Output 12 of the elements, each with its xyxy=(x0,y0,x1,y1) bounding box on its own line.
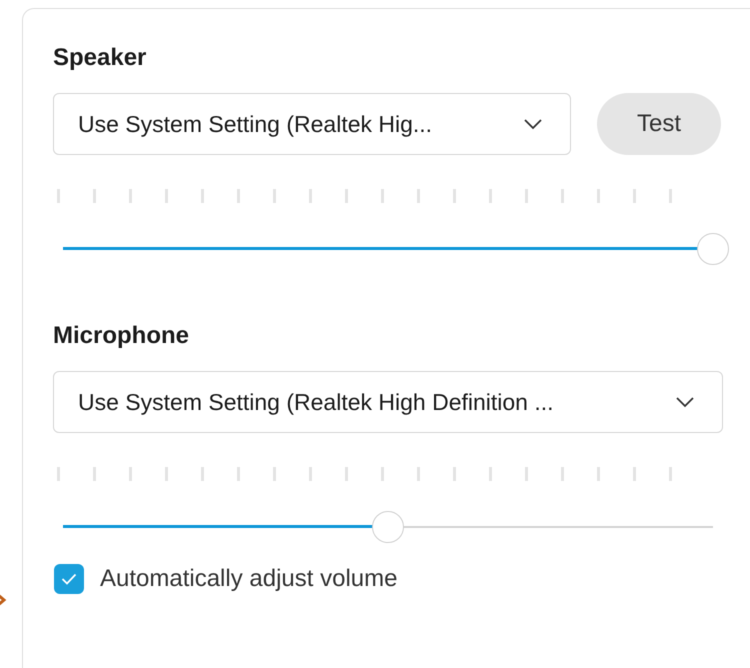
test-button[interactable]: Test xyxy=(597,93,721,155)
device-dropdown[interactable]: Use System Setting (Realtek High Definition ... xyxy=(53,371,723,433)
device-dropdown[interactable]: Use System Setting (Realtek Hig... xyxy=(53,93,571,155)
section-title: Speaker xyxy=(53,43,148,73)
section-title: Microphone xyxy=(53,321,190,351)
chevron-down-icon xyxy=(524,118,542,130)
checkmark-icon xyxy=(61,573,77,585)
chevron-down-icon xyxy=(676,396,694,408)
slider-thumb[interactable] xyxy=(372,511,404,543)
slider-thumb[interactable] xyxy=(697,233,729,265)
checkbox-label: Automatically adjust volume xyxy=(100,565,398,593)
checkbox[interactable] xyxy=(54,564,84,594)
